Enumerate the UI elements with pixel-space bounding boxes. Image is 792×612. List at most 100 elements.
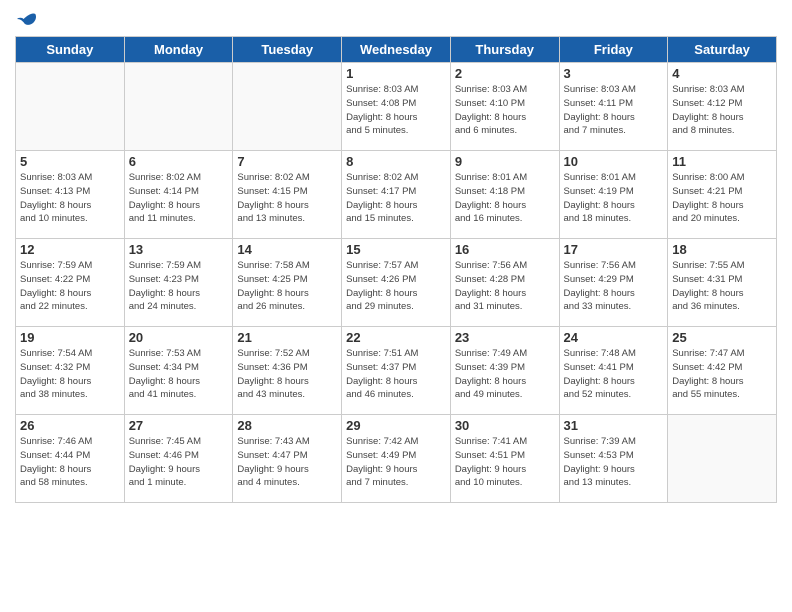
calendar-day-cell: 23Sunrise: 7:49 AM Sunset: 4:39 PM Dayli… <box>450 327 559 415</box>
day-number: 24 <box>564 330 664 345</box>
day-info: Sunrise: 7:59 AM Sunset: 4:22 PM Dayligh… <box>20 259 120 314</box>
logo-bird-icon <box>17 10 37 28</box>
calendar-day-cell: 26 Sunrise: 7:46 AM Sunset: 4:44 PM Dayli… <box>16 415 125 503</box>
calendar-empty-cell <box>233 63 342 151</box>
calendar-header-row: SundayMondayTuesdayWednesdayThursdayFrid… <box>16 37 777 63</box>
day-number: 21 <box>237 330 337 345</box>
day-number: 30 <box>455 418 555 433</box>
day-info: Sunrise: 7:39 AM Sunset: 4:53 PM Dayligh… <box>564 435 664 490</box>
calendar-day-cell: 6 Sunrise: 8:02 AM Sunset: 4:14 PM Daylig… <box>124 151 233 239</box>
day-info: Sunrise: 7:42 AM Sunset: 4:49 PM Dayligh… <box>346 435 446 490</box>
day-number: 20 <box>129 330 229 345</box>
day-info: Sunrise: 7:41 AM Sunset: 4:51 PM Dayligh… <box>455 435 555 490</box>
day-number: 31 <box>564 418 664 433</box>
weekday-header: Saturday <box>668 37 777 63</box>
day-number: 14 <box>237 242 337 257</box>
calendar-day-cell: 31 Sunrise: 7:39 AM Sunset: 4:53 PM Dayli… <box>559 415 668 503</box>
day-info: Sunrise: 7:56 AM Sunset: 4:29 PM Dayligh… <box>564 259 664 314</box>
calendar-day-cell: 1 Sunrise: 8:03 AM Sunset: 4:08 PM Daylig… <box>342 63 451 151</box>
day-number: 6 <box>129 154 229 169</box>
day-number: 25 <box>672 330 772 345</box>
day-number: 26 <box>20 418 120 433</box>
day-number: 15 <box>346 242 446 257</box>
day-number: 5 <box>20 154 120 169</box>
day-info: Sunrise: 8:02 AM Sunset: 4:14 PM Dayligh… <box>129 171 229 226</box>
calendar-day-cell: 12Sunrise: 7:59 AM Sunset: 4:22 PM Dayli… <box>16 239 125 327</box>
day-number: 19 <box>20 330 120 345</box>
calendar-day-cell: 10 Sunrise: 8:01 AM Sunset: 4:19 PM Dayli… <box>559 151 668 239</box>
day-info: Sunrise: 7:55 AM Sunset: 4:31 PM Dayligh… <box>672 259 772 314</box>
calendar-day-cell: 11Sunrise: 8:00 AM Sunset: 4:21 PM Dayli… <box>668 151 777 239</box>
calendar-day-cell: 2 Sunrise: 8:03 AM Sunset: 4:10 PM Daylig… <box>450 63 559 151</box>
calendar-day-cell: 30 Sunrise: 7:41 AM Sunset: 4:51 PM Dayli… <box>450 415 559 503</box>
day-info: Sunrise: 8:03 AM Sunset: 4:12 PM Dayligh… <box>672 83 772 138</box>
day-info: Sunrise: 8:00 AM Sunset: 4:21 PM Dayligh… <box>672 171 772 226</box>
day-number: 3 <box>564 66 664 81</box>
weekday-header: Friday <box>559 37 668 63</box>
calendar-day-cell: 25 Sunrise: 7:47 AM Sunset: 4:42 PM Dayli… <box>668 327 777 415</box>
calendar-day-cell: 3 Sunrise: 8:03 AM Sunset: 4:11 PM Daylig… <box>559 63 668 151</box>
day-number: 1 <box>346 66 446 81</box>
day-number: 27 <box>129 418 229 433</box>
day-info: Sunrise: 8:02 AM Sunset: 4:15 PM Dayligh… <box>237 171 337 226</box>
calendar-week-row: 1 Sunrise: 8:03 AM Sunset: 4:08 PM Daylig… <box>16 63 777 151</box>
calendar-week-row: 19 Sunrise: 7:54 AM Sunset: 4:32 PM Dayli… <box>16 327 777 415</box>
day-number: 10 <box>564 154 664 169</box>
day-number: 23 <box>455 330 555 345</box>
day-info: Sunrise: 7:47 AM Sunset: 4:42 PM Dayligh… <box>672 347 772 402</box>
day-info: Sunrise: 7:45 AM Sunset: 4:46 PM Dayligh… <box>129 435 229 490</box>
calendar-day-cell: 17 Sunrise: 7:56 AM Sunset: 4:29 PM Dayli… <box>559 239 668 327</box>
page-container: SundayMondayTuesdayWednesdayThursdayFrid… <box>0 0 792 513</box>
day-info: Sunrise: 8:01 AM Sunset: 4:18 PM Dayligh… <box>455 171 555 226</box>
calendar-day-cell: 20Sunrise: 7:53 AM Sunset: 4:34 PM Dayli… <box>124 327 233 415</box>
day-number: 22 <box>346 330 446 345</box>
weekday-header: Wednesday <box>342 37 451 63</box>
day-info: Sunrise: 8:03 AM Sunset: 4:10 PM Dayligh… <box>455 83 555 138</box>
calendar-day-cell: 27 Sunrise: 7:45 AM Sunset: 4:46 PM Dayli… <box>124 415 233 503</box>
weekday-header: Monday <box>124 37 233 63</box>
day-number: 13 <box>129 242 229 257</box>
day-info: Sunrise: 7:56 AM Sunset: 4:28 PM Dayligh… <box>455 259 555 314</box>
calendar-day-cell: 28Sunrise: 7:43 AM Sunset: 4:47 PM Dayli… <box>233 415 342 503</box>
calendar-day-cell: 5 Sunrise: 8:03 AM Sunset: 4:13 PM Daylig… <box>16 151 125 239</box>
calendar-empty-cell <box>124 63 233 151</box>
day-info: Sunrise: 8:03 AM Sunset: 4:11 PM Dayligh… <box>564 83 664 138</box>
calendar-week-row: 12Sunrise: 7:59 AM Sunset: 4:22 PM Dayli… <box>16 239 777 327</box>
calendar-day-cell: 22 Sunrise: 7:51 AM Sunset: 4:37 PM Dayli… <box>342 327 451 415</box>
calendar-day-cell: 16 Sunrise: 7:56 AM Sunset: 4:28 PM Dayli… <box>450 239 559 327</box>
day-info: Sunrise: 8:03 AM Sunset: 4:08 PM Dayligh… <box>346 83 446 138</box>
day-number: 16 <box>455 242 555 257</box>
calendar-week-row: 26 Sunrise: 7:46 AM Sunset: 4:44 PM Dayli… <box>16 415 777 503</box>
day-info: Sunrise: 7:59 AM Sunset: 4:23 PM Dayligh… <box>129 259 229 314</box>
calendar-day-cell: 19 Sunrise: 7:54 AM Sunset: 4:32 PM Dayli… <box>16 327 125 415</box>
calendar-day-cell: 8Sunrise: 8:02 AM Sunset: 4:17 PM Daylig… <box>342 151 451 239</box>
day-info: Sunrise: 8:03 AM Sunset: 4:13 PM Dayligh… <box>20 171 120 226</box>
day-number: 29 <box>346 418 446 433</box>
day-info: Sunrise: 7:58 AM Sunset: 4:25 PM Dayligh… <box>237 259 337 314</box>
day-info: Sunrise: 7:54 AM Sunset: 4:32 PM Dayligh… <box>20 347 120 402</box>
day-number: 2 <box>455 66 555 81</box>
calendar-table: SundayMondayTuesdayWednesdayThursdayFrid… <box>15 36 777 503</box>
day-number: 8 <box>346 154 446 169</box>
day-number: 17 <box>564 242 664 257</box>
day-info: Sunrise: 8:01 AM Sunset: 4:19 PM Dayligh… <box>564 171 664 226</box>
calendar-empty-cell <box>668 415 777 503</box>
calendar-day-cell: 24Sunrise: 7:48 AM Sunset: 4:41 PM Dayli… <box>559 327 668 415</box>
calendar-day-cell: 13 Sunrise: 7:59 AM Sunset: 4:23 PM Dayli… <box>124 239 233 327</box>
weekday-header: Sunday <box>16 37 125 63</box>
day-number: 4 <box>672 66 772 81</box>
page-header <box>15 10 777 28</box>
calendar-day-cell: 14 Sunrise: 7:58 AM Sunset: 4:25 PM Dayli… <box>233 239 342 327</box>
day-info: Sunrise: 7:46 AM Sunset: 4:44 PM Dayligh… <box>20 435 120 490</box>
day-number: 7 <box>237 154 337 169</box>
weekday-header: Tuesday <box>233 37 342 63</box>
calendar-day-cell: 18 Sunrise: 7:55 AM Sunset: 4:31 PM Dayli… <box>668 239 777 327</box>
day-number: 18 <box>672 242 772 257</box>
calendar-empty-cell <box>16 63 125 151</box>
logo <box>15 10 37 28</box>
weekday-header: Thursday <box>450 37 559 63</box>
day-number: 28 <box>237 418 337 433</box>
calendar-day-cell: 21Sunrise: 7:52 AM Sunset: 4:36 PM Dayli… <box>233 327 342 415</box>
day-info: Sunrise: 7:51 AM Sunset: 4:37 PM Dayligh… <box>346 347 446 402</box>
calendar-day-cell: 4 Sunrise: 8:03 AM Sunset: 4:12 PM Daylig… <box>668 63 777 151</box>
